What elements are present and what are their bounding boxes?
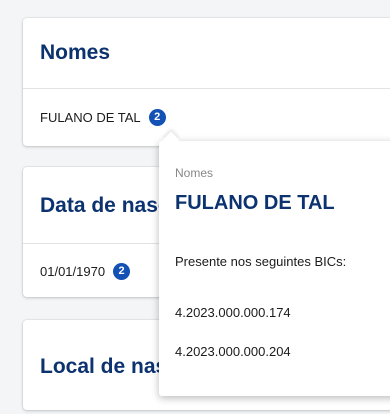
data-nascimento-value: 01/01/1970 [40,263,106,279]
bic-item[interactable]: 4.2023.000.000.174 [175,305,291,320]
bic-item[interactable]: 4.2023.000.000.204 [175,344,291,359]
count-badge-nomes[interactable]: 2 [148,108,166,126]
card-nomes: Nomes FULANO DE TAL 2 [23,18,390,146]
count-badge-data-nascimento[interactable]: 2 [113,262,131,280]
nome-value: FULANO DE TAL [40,109,141,125]
bic-popover: Nomes FULANO DE TAL Presente nos seguint… [159,141,390,396]
popover-title: FULANO DE TAL [175,192,335,214]
popover-subtitle: Presente nos seguintes BICs: [175,254,347,269]
card-row-nomes: FULANO DE TAL 2 [23,89,390,145]
popover-label: Nomes [175,166,214,180]
card-title-nomes: Nomes [40,41,111,64]
